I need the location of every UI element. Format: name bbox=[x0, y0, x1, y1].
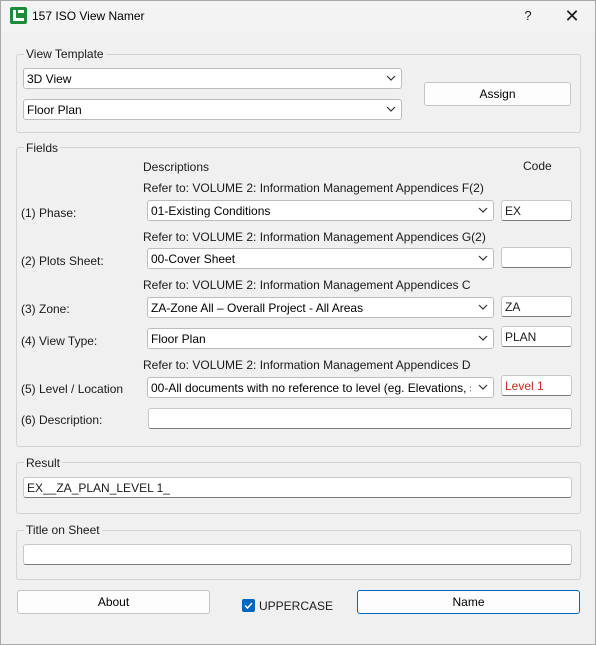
description-label: (6) Description: bbox=[21, 413, 103, 427]
uppercase-label[interactable]: UPPERCASE bbox=[259, 599, 333, 613]
dropdown-value: ZA-Zone All – Overall Project - All Area… bbox=[151, 301, 364, 315]
result-value: EX__ZA_PLAN_LEVEL 1_ bbox=[27, 481, 170, 495]
help-button[interactable]: ? bbox=[516, 5, 540, 27]
window-title: 157 ISO View Namer bbox=[32, 9, 145, 23]
view-template-dropdown-2[interactable]: Floor Plan bbox=[23, 99, 402, 120]
code-header: Code bbox=[523, 159, 552, 173]
uppercase-checkbox[interactable] bbox=[242, 599, 255, 612]
dropdown-value: Floor Plan bbox=[27, 103, 82, 117]
chevron-down-icon bbox=[478, 304, 488, 310]
level-reference: Refer to: VOLUME 2: Information Manageme… bbox=[143, 358, 471, 372]
chevron-down-icon bbox=[478, 255, 488, 261]
phase-label: (1) Phase: bbox=[21, 206, 77, 220]
dialog-window: 157 ISO View Namer ? ✕ View Template 3D … bbox=[0, 0, 596, 645]
title-on-sheet-label: Title on Sheet bbox=[24, 523, 102, 537]
view-template-label: View Template bbox=[24, 47, 106, 61]
view-template-dropdown-1[interactable]: 3D View bbox=[23, 68, 402, 89]
chevron-down-icon bbox=[478, 384, 488, 390]
description-field[interactable] bbox=[148, 408, 572, 429]
dropdown-value: 00-All documents with no reference to le… bbox=[151, 381, 471, 395]
zone-dropdown[interactable]: ZA-Zone All – Overall Project - All Area… bbox=[147, 297, 494, 318]
level-label: (5) Level / Location bbox=[21, 382, 124, 396]
plots-sheet-code-field[interactable] bbox=[501, 247, 572, 268]
name-button[interactable]: Name bbox=[357, 590, 580, 614]
close-icon: ✕ bbox=[564, 6, 580, 26]
result-label: Result bbox=[24, 456, 63, 470]
dropdown-value: 01-Existing Conditions bbox=[151, 204, 271, 218]
plots-sheet-reference: Refer to: VOLUME 2: Information Manageme… bbox=[143, 230, 486, 244]
zone-label: (3) Zone: bbox=[21, 302, 70, 316]
dropdown-value: 00-Cover Sheet bbox=[151, 252, 236, 266]
level-dropdown[interactable]: 00-All documents with no reference to le… bbox=[147, 377, 494, 398]
title-on-sheet-field[interactable] bbox=[23, 544, 572, 565]
title-bar: 157 ISO View Namer ? ✕ bbox=[1, 1, 595, 32]
about-button[interactable]: About bbox=[17, 590, 210, 614]
zone-reference: Refer to: VOLUME 2: Information Manageme… bbox=[143, 278, 471, 292]
zone-code-value: ZA bbox=[505, 300, 521, 314]
descriptions-header: Descriptions bbox=[143, 160, 210, 174]
view-type-label: (4) View Type: bbox=[21, 334, 98, 348]
assign-button[interactable]: Assign bbox=[424, 82, 571, 106]
help-icon: ? bbox=[524, 8, 532, 23]
chevron-down-icon bbox=[478, 207, 488, 213]
phase-code-field[interactable]: EX bbox=[501, 200, 572, 221]
app-icon bbox=[10, 7, 27, 24]
chevron-down-icon bbox=[386, 75, 396, 81]
fields-label: Fields bbox=[24, 141, 61, 155]
plots-sheet-label: (2) Plots Sheet: bbox=[21, 254, 104, 268]
level-code-field[interactable]: Level 1 bbox=[501, 375, 572, 396]
dropdown-value: Floor Plan bbox=[151, 332, 206, 346]
view-type-code-field[interactable]: PLAN bbox=[501, 326, 572, 347]
phase-dropdown[interactable]: 01-Existing Conditions bbox=[147, 200, 494, 221]
dropdown-value: 3D View bbox=[27, 72, 72, 86]
result-field[interactable]: EX__ZA_PLAN_LEVEL 1_ bbox=[23, 477, 572, 498]
checkmark-icon bbox=[244, 602, 253, 610]
close-button[interactable]: ✕ bbox=[558, 5, 586, 27]
chevron-down-icon bbox=[386, 106, 396, 112]
level-code-value: Level 1 bbox=[505, 379, 544, 393]
plots-sheet-dropdown[interactable]: 00-Cover Sheet bbox=[147, 248, 494, 269]
phase-reference: Refer to: VOLUME 2: Information Manageme… bbox=[143, 181, 484, 195]
chevron-down-icon bbox=[478, 335, 488, 341]
zone-code-field[interactable]: ZA bbox=[501, 296, 572, 317]
view-type-code-value: PLAN bbox=[505, 330, 537, 344]
view-type-dropdown[interactable]: Floor Plan bbox=[147, 328, 494, 349]
phase-code-value: EX bbox=[505, 204, 522, 218]
